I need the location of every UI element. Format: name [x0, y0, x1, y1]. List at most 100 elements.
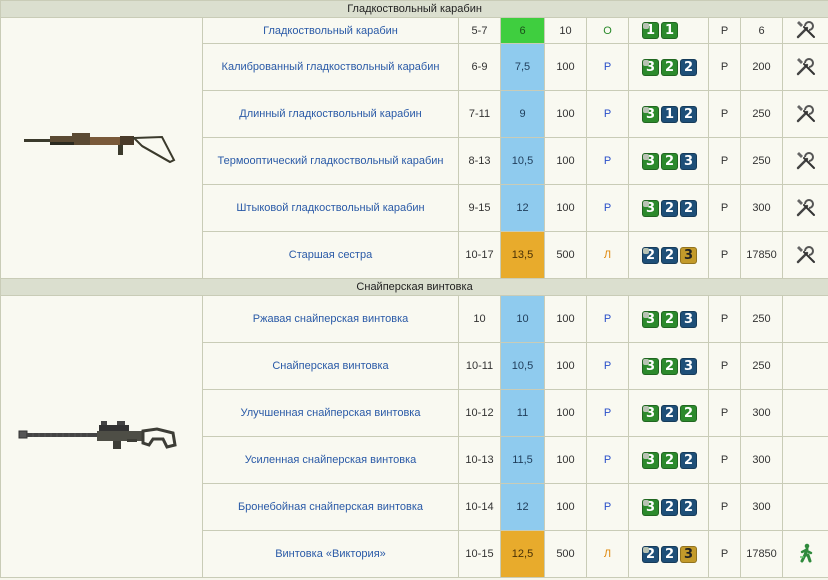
action-icon-cell [781, 137, 828, 185]
action-icon-cell [781, 295, 828, 343]
weapon-name-link[interactable]: Улучшенная снайперская винтовка [241, 407, 421, 419]
price-cell: 6 [740, 17, 783, 44]
stat-bonus-cell: 322 [628, 436, 709, 484]
stat-badges: 223 [639, 545, 698, 563]
stat-mini-icon [643, 153, 649, 160]
stat-badge-value: 2 [664, 358, 675, 374]
price-cell: 17850 [740, 530, 783, 578]
weapon-name-cell: Улучшенная снайперская винтовка [202, 389, 459, 437]
weapon-name-link[interactable]: Снайперская винтовка [272, 360, 388, 372]
stat-mini-icon [643, 106, 649, 113]
weapon-name-cell: Старшая сестра [202, 231, 459, 279]
weapon-name-link[interactable]: Усиленная снайперская винтовка [245, 454, 417, 466]
action-icon-cell [781, 90, 828, 138]
damage-cell: 10 [458, 295, 501, 343]
stat-badge: 3 [642, 451, 659, 469]
stat-badges: 323 [639, 152, 698, 170]
weapon-name-link[interactable]: Гладкоствольный карабин [263, 25, 398, 37]
stat-badge: 3 [642, 105, 659, 123]
weapon-name-link[interactable]: Калиброванный гладкоствольный карабин [222, 61, 440, 73]
stat-badges: 323 [639, 357, 698, 375]
stat-badges: 11 [639, 22, 698, 39]
weapon-name-cell: Термооптический гладкоствольный карабин [202, 137, 459, 185]
tools-icon [796, 104, 815, 122]
durability-cell: 500 [544, 231, 587, 279]
weapon-name-link[interactable]: Старшая сестра [289, 249, 372, 261]
weapon-name-link[interactable]: Винтовка «Виктория» [275, 548, 386, 560]
damage-cell: 10-11 [458, 342, 501, 390]
stat-badge: 1 [642, 22, 659, 39]
price-cell: 300 [740, 389, 783, 437]
weapon-image-cell [0, 295, 203, 578]
rarity-cell: Л [586, 530, 629, 578]
durability-cell: 100 [544, 342, 587, 390]
stat-badge-value: 2 [683, 405, 694, 421]
damage-cell: 10-15 [458, 530, 501, 578]
weapon-name-link[interactable]: Ржавая снайперская винтовка [253, 313, 409, 325]
tools-icon [796, 151, 815, 169]
price-cell: 250 [740, 295, 783, 343]
stat-badges: 322 [639, 451, 698, 469]
weapon-name-link[interactable]: Термооптический гладкоствольный карабин [218, 155, 444, 167]
weapon-image-cell [0, 17, 203, 279]
durability-cell: 100 [544, 295, 587, 343]
dps-cell: 10,5 [500, 342, 545, 390]
weapon-name-cell: Ржавая снайперская винтовка [202, 295, 459, 343]
weapon-name-link[interactable]: Бронебойная снайперская винтовка [238, 501, 423, 513]
source-cell: Р [708, 184, 741, 232]
stat-bonus-cell: 323 [628, 295, 709, 343]
stat-bonus-cell: 312 [628, 90, 709, 138]
tools-icon [796, 198, 815, 216]
source-cell: Р [708, 436, 741, 484]
stat-mini-icon [643, 452, 649, 459]
durability-cell: 10 [544, 17, 587, 44]
stat-bonus-cell: 323 [628, 342, 709, 390]
stat-badge: 1 [661, 105, 678, 123]
stat-badge: 2 [661, 310, 678, 328]
weapon-name-cell: Бронебойная снайперская винтовка [202, 483, 459, 531]
weapon-name-link[interactable]: Штыковой гладкоствольный карабин [236, 202, 424, 214]
stat-badge: 3 [642, 404, 659, 422]
stat-badge: 2 [680, 199, 697, 217]
damage-cell: 10-17 [458, 231, 501, 279]
rarity-cell: Р [586, 137, 629, 185]
weapon-name-cell: Снайперская винтовка [202, 342, 459, 390]
stat-bonus-cell: 322 [628, 483, 709, 531]
stat-badges: 312 [639, 105, 698, 123]
stat-badge-value: 3 [683, 358, 694, 374]
stat-badges: 322 [639, 404, 698, 422]
stat-bonus-cell: 322 [628, 43, 709, 91]
stat-badge: 3 [680, 152, 697, 170]
stat-badge: 3 [680, 246, 697, 264]
stat-badge-value: 3 [683, 546, 694, 562]
action-icon-cell [781, 231, 828, 279]
price-cell: 200 [740, 43, 783, 91]
stat-mini-icon [643, 247, 649, 254]
weapon-name-link[interactable]: Длинный гладкоствольный карабин [239, 108, 421, 120]
damage-cell: 8-13 [458, 137, 501, 185]
stat-badge-value: 3 [683, 153, 694, 169]
damage-cell: 7-11 [458, 90, 501, 138]
stat-badge: 3 [680, 545, 697, 563]
action-icon-cell [781, 389, 828, 437]
stat-badge: 2 [661, 152, 678, 170]
person-walking-icon [799, 543, 812, 562]
stat-mini-icon [643, 200, 649, 207]
stat-badges: 322 [639, 498, 698, 516]
table-row: Ржавая снайперская винтовка 10 10 100 Р 3 2 3 Р 2… [0, 295, 828, 578]
rarity-cell: Р [586, 184, 629, 232]
group-header-row: Гладкоствольный карабин [0, 0, 828, 18]
rarity-cell: О [586, 17, 629, 44]
dps-cell: 11,5 [500, 436, 545, 484]
stat-mini-icon [643, 311, 649, 318]
stat-mini-icon [643, 358, 649, 365]
durability-cell: 100 [544, 436, 587, 484]
rarity-cell: Р [586, 90, 629, 138]
stat-badge: 3 [642, 58, 659, 76]
smoothbore-carbine-image [23, 132, 175, 163]
durability-cell: 100 [544, 184, 587, 232]
stat-badge-value: 1 [664, 23, 675, 38]
rarity-cell: Р [586, 436, 629, 484]
stat-bonus-cell: 11 [628, 17, 709, 44]
durability-cell: 500 [544, 530, 587, 578]
